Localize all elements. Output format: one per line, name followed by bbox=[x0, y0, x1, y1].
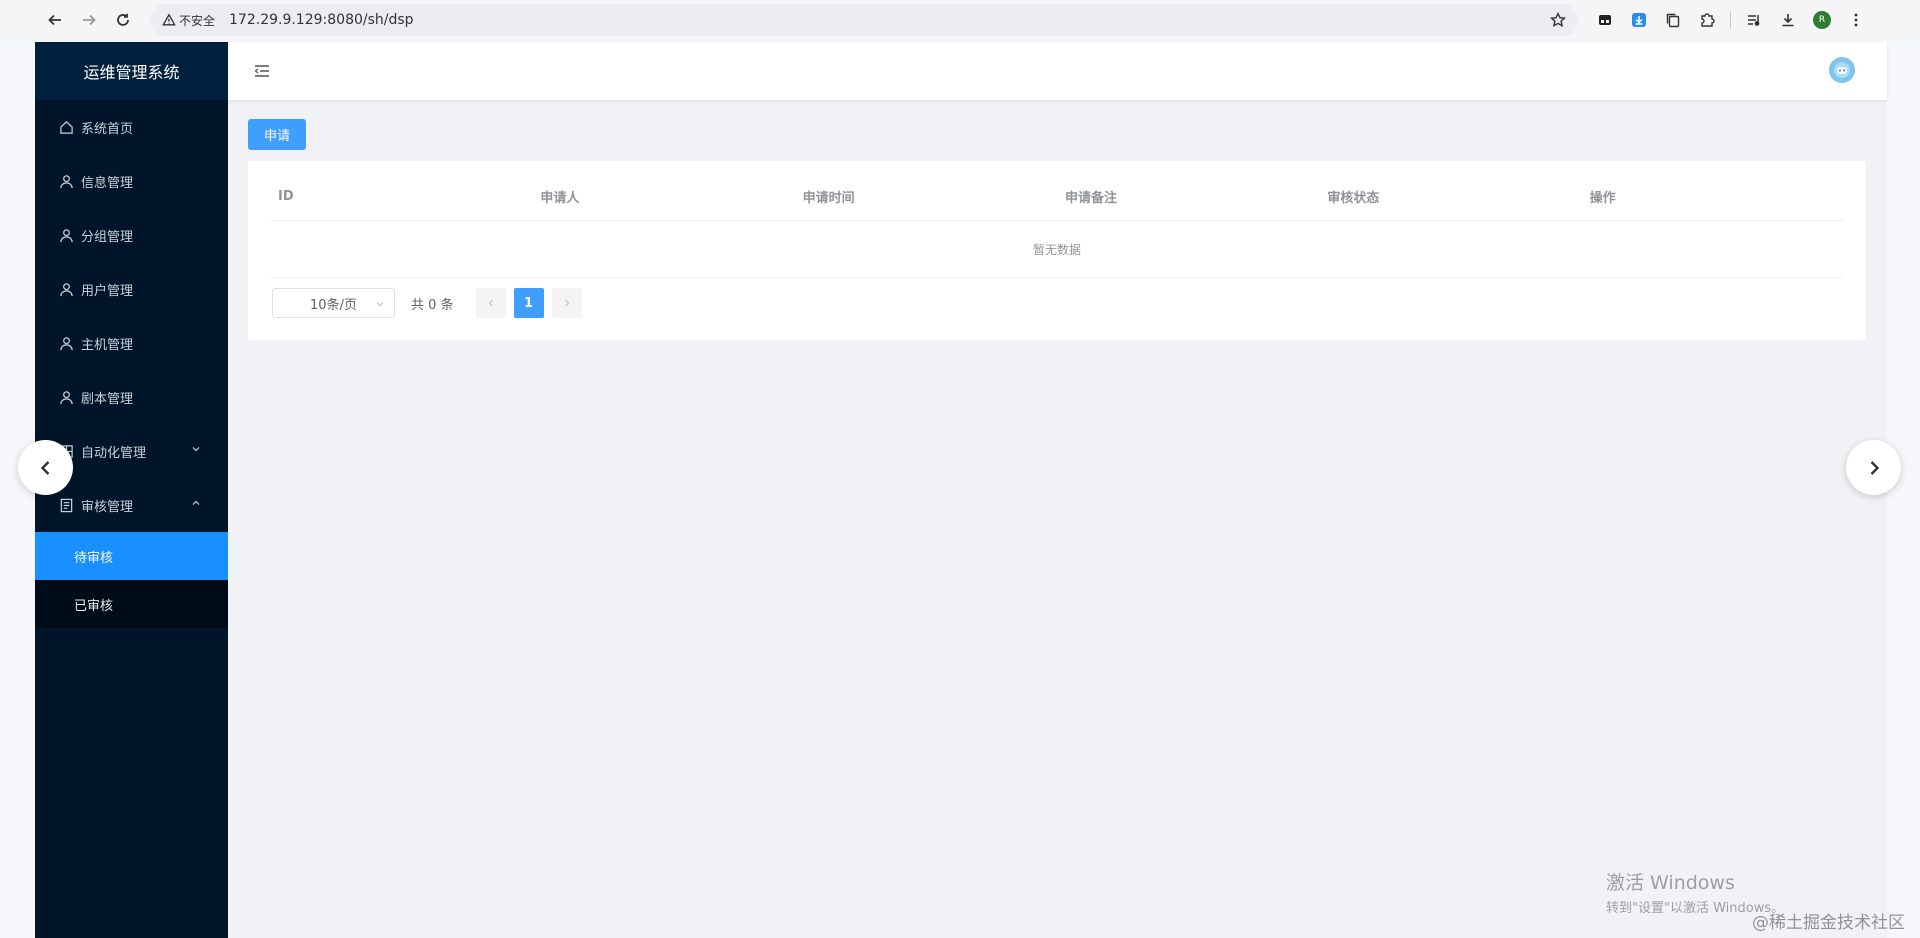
copy-extension-button[interactable] bbox=[1656, 8, 1690, 32]
app-title: 运维管理系统 bbox=[35, 42, 228, 100]
column-header-id: ID bbox=[278, 189, 294, 204]
insecure-label: 不安全 bbox=[179, 13, 216, 28]
home-icon bbox=[60, 120, 73, 134]
app-window: 运维管理系统 系统首页 信息管理 分组管理 用户管理 主机管理 剧本管理 自动化… bbox=[35, 42, 1887, 938]
prev-page-button[interactable] bbox=[475, 288, 506, 318]
reload-button[interactable] bbox=[106, 3, 140, 37]
carousel-prev-button[interactable] bbox=[18, 440, 73, 495]
watermark-title: 激活 Windows bbox=[1606, 872, 1735, 894]
browser-menu-button[interactable] bbox=[1839, 8, 1873, 32]
apply-button[interactable]: 申请 bbox=[248, 119, 306, 150]
profile-avatar: R bbox=[1813, 11, 1831, 29]
url-text[interactable]: 172.29.9.129:8080/sh/dsp bbox=[229, 12, 414, 28]
sidebar-item-label: 用户管理 bbox=[81, 283, 134, 299]
column-header-status: 审核状态 bbox=[1327, 191, 1380, 206]
user-icon bbox=[60, 336, 73, 350]
warning-icon bbox=[162, 13, 176, 26]
chevron-down-icon bbox=[192, 447, 200, 452]
sidebar-item-playbooks[interactable]: 剧本管理 bbox=[35, 370, 228, 424]
column-header-actions: 操作 bbox=[1589, 191, 1616, 206]
chevron-left-icon bbox=[488, 299, 493, 307]
sidebar-item-label: 自动化管理 bbox=[81, 445, 147, 461]
top-header bbox=[228, 42, 1887, 100]
user-icon bbox=[60, 228, 73, 242]
empty-state-text: 暂无数据 bbox=[270, 221, 1844, 278]
main-content: 申请 ID 申请人 申请时间 申请备注 审核状态 操作 暂无数据 10条/页 共… bbox=[228, 100, 1887, 938]
sidebar: 运维管理系统 系统首页 信息管理 分组管理 用户管理 主机管理 剧本管理 自动化… bbox=[35, 42, 228, 938]
sidebar-item-groups[interactable]: 分组管理 bbox=[35, 208, 228, 262]
chevron-right-icon bbox=[564, 299, 569, 307]
sidebar-subitem-reviewed[interactable]: 已审核 bbox=[35, 580, 228, 628]
more-vertical-icon bbox=[1854, 13, 1858, 27]
user-icon bbox=[60, 282, 73, 296]
data-table: ID 申请人 申请时间 申请备注 审核状态 操作 暂无数据 bbox=[270, 173, 1844, 278]
extensions-menu-button[interactable] bbox=[1690, 8, 1724, 32]
avatar[interactable] bbox=[1829, 57, 1855, 83]
sidebar-subitem-pending[interactable]: 待审核 bbox=[35, 532, 228, 580]
pagination: 10条/页 共 0 条 1 bbox=[272, 288, 582, 318]
user-icon bbox=[60, 390, 73, 404]
sidebar-item-users[interactable]: 用户管理 bbox=[35, 262, 228, 316]
download-extension-button[interactable] bbox=[1622, 8, 1656, 32]
review-submenu: 待审核 已审核 bbox=[35, 532, 228, 628]
sidebar-item-hosts[interactable]: 主机管理 bbox=[35, 316, 228, 370]
extension-icons: R bbox=[1588, 8, 1873, 32]
source-credit: @稀土掘金技术社区 bbox=[1752, 913, 1905, 933]
reload-icon bbox=[117, 13, 129, 26]
downloads-button[interactable] bbox=[1771, 8, 1805, 32]
page-size-value: 10条/页 bbox=[310, 297, 357, 313]
sidebar-item-label: 分组管理 bbox=[81, 229, 134, 245]
table-header: ID 申请人 申请时间 申请备注 审核状态 操作 bbox=[270, 173, 1844, 221]
store-icon bbox=[1599, 15, 1611, 25]
forward-button[interactable] bbox=[72, 3, 106, 37]
carousel-next-button[interactable] bbox=[1846, 440, 1901, 495]
sidebar-item-label: 主机管理 bbox=[81, 337, 134, 353]
menu-toggle-icon[interactable] bbox=[252, 61, 272, 81]
total-count: 共 0 条 bbox=[411, 297, 454, 313]
sidebar-item-home[interactable]: 系统首页 bbox=[35, 100, 228, 154]
playlist-icon bbox=[1748, 15, 1760, 26]
browser-toolbar: 不安全 172.29.9.129:8080/sh/dsp R bbox=[0, 0, 1920, 40]
toolbar-divider bbox=[1730, 11, 1731, 29]
bookmark-star-icon[interactable] bbox=[1550, 12, 1566, 28]
chevron-down-icon bbox=[376, 302, 384, 307]
download-badge-icon bbox=[1632, 13, 1646, 27]
arrow-left-icon bbox=[48, 14, 61, 26]
media-button[interactable] bbox=[1737, 8, 1771, 32]
arrow-right-icon bbox=[83, 14, 96, 26]
chevron-right-icon bbox=[1870, 460, 1879, 475]
back-button[interactable] bbox=[38, 3, 72, 37]
chevron-left-icon bbox=[40, 460, 49, 475]
page-number-button[interactable]: 1 bbox=[513, 288, 544, 318]
document-icon bbox=[60, 498, 73, 512]
column-header-remark: 申请备注 bbox=[1064, 191, 1117, 206]
extension-button[interactable] bbox=[1588, 8, 1622, 32]
next-page-button[interactable] bbox=[551, 288, 582, 318]
table-card: ID 申请人 申请时间 申请备注 审核状态 操作 暂无数据 10条/页 共 0 … bbox=[248, 161, 1866, 340]
puzzle-icon bbox=[1701, 13, 1715, 27]
sidebar-item-label: 审核管理 bbox=[81, 499, 134, 515]
sidebar-item-label: 信息管理 bbox=[81, 175, 134, 191]
user-icon bbox=[60, 174, 73, 188]
profile-button[interactable]: R bbox=[1805, 8, 1839, 32]
sidebar-item-label: 系统首页 bbox=[81, 121, 134, 137]
sidebar-item-info[interactable]: 信息管理 bbox=[35, 154, 228, 208]
page-size-select[interactable]: 10条/页 bbox=[272, 288, 395, 318]
copy-icon bbox=[1666, 13, 1680, 28]
robot-avatar-icon bbox=[1834, 62, 1850, 78]
chevron-up-icon bbox=[192, 500, 200, 505]
address-bar[interactable]: 不安全 172.29.9.129:8080/sh/dsp bbox=[150, 4, 1578, 36]
download-icon bbox=[1782, 14, 1794, 27]
security-indicator[interactable]: 不安全 bbox=[162, 12, 215, 29]
column-header-apply-time: 申请时间 bbox=[802, 191, 855, 206]
column-header-applicant: 申请人 bbox=[540, 191, 580, 206]
sidebar-item-label: 剧本管理 bbox=[81, 391, 134, 407]
